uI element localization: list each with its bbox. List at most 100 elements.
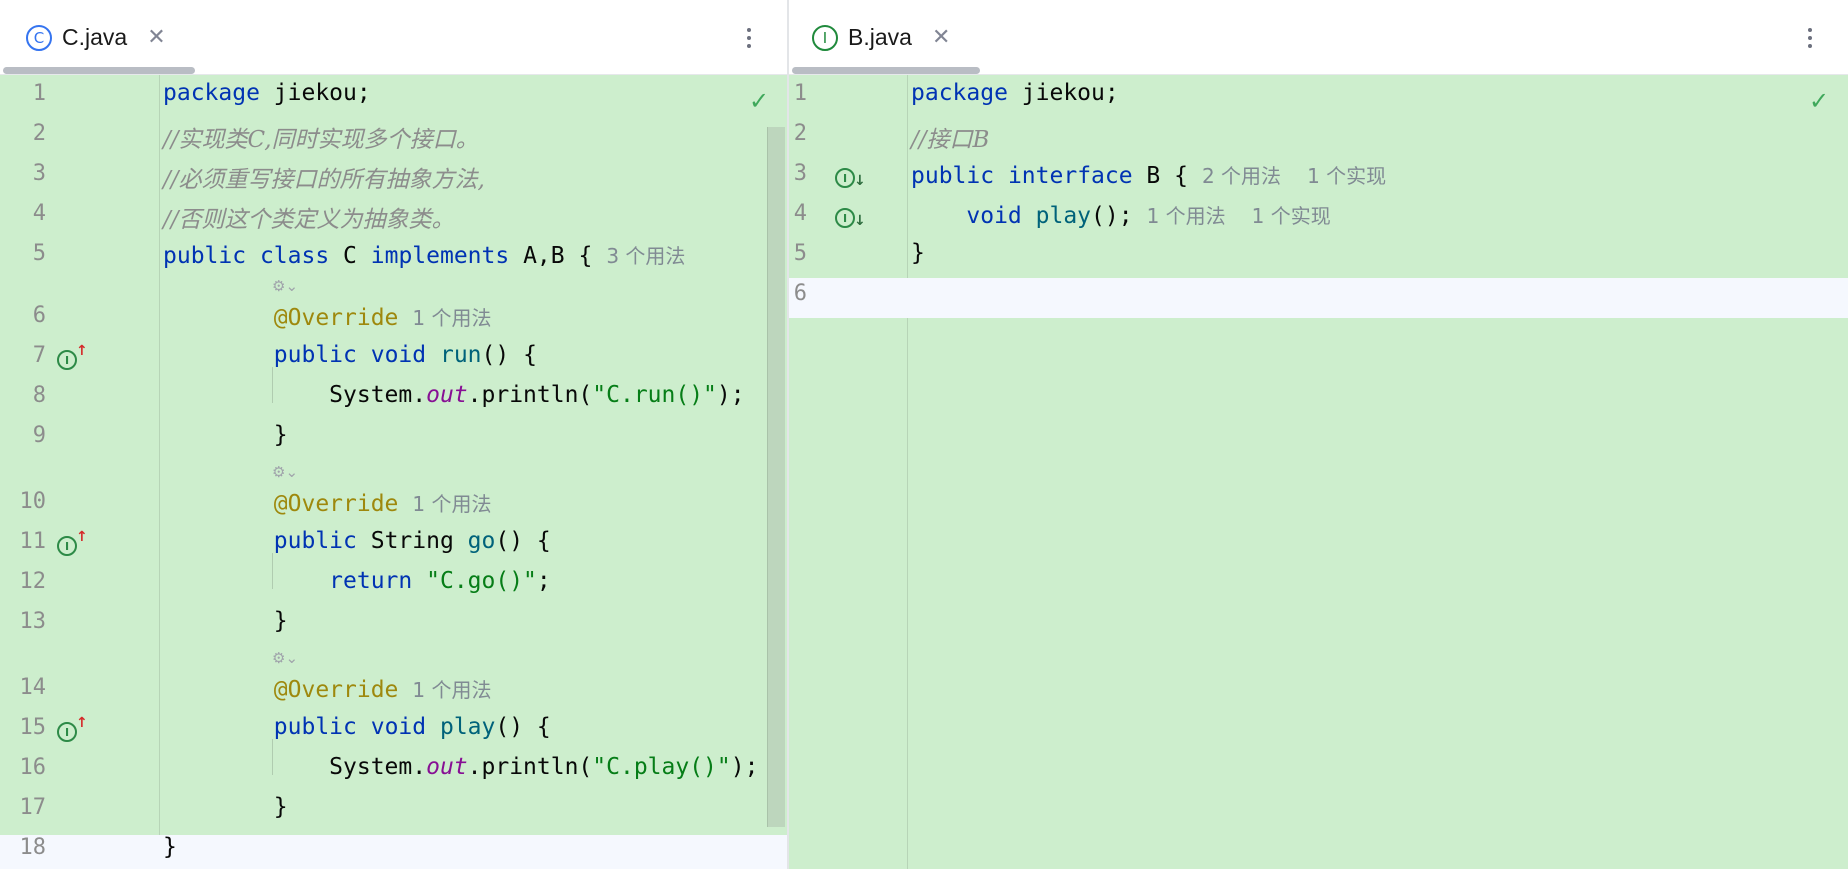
code-token: package bbox=[163, 80, 260, 106]
code-token: .println( bbox=[467, 382, 593, 408]
code-line: //实现类C,同时实现多个接口。 bbox=[163, 120, 479, 154]
code-token: } bbox=[163, 834, 177, 860]
code-line: @Override 1 个用法 bbox=[163, 302, 492, 331]
tab-c-java[interactable]: C C.java ✕ bbox=[26, 0, 166, 75]
code-token: jiekou; bbox=[1007, 80, 1119, 106]
active-tab-indicator bbox=[792, 67, 980, 74]
code-token: public bbox=[273, 342, 357, 368]
code-token: @Override bbox=[273, 491, 399, 517]
code-token: go bbox=[467, 528, 496, 554]
code-token: ); bbox=[716, 382, 745, 408]
code-line: @Override 1 个用法 bbox=[163, 488, 492, 517]
implementations-hint[interactable]: 1 个实现 bbox=[1252, 204, 1331, 228]
usages-hint[interactable]: 2 个用法 bbox=[1202, 164, 1281, 188]
line-number: 11 bbox=[19, 529, 47, 554]
code-token: .println( bbox=[467, 754, 593, 780]
current-line-highlight bbox=[789, 278, 1848, 318]
arrow-up-icon: ↑ bbox=[76, 715, 88, 731]
line-number: 3 bbox=[32, 161, 46, 186]
line-number: 12 bbox=[19, 569, 47, 594]
editor-pane-left: C C.java ✕ 1 package jiekou; 2 //实现类C,同时实现多… bbox=[0, 0, 787, 869]
line-number: 13 bbox=[19, 609, 47, 634]
close-icon[interactable]: ✕ bbox=[932, 25, 950, 50]
usages-hint[interactable]: 1 个用法 bbox=[412, 306, 491, 330]
more-options-icon[interactable] bbox=[1803, 20, 1817, 56]
implements-method-up-icon[interactable]: I ↑ bbox=[57, 529, 88, 559]
implementations-hint[interactable]: 1 个实现 bbox=[1307, 164, 1386, 188]
tab-title: C.java bbox=[62, 24, 128, 50]
tab-bar-left: C C.java ✕ bbox=[0, 0, 787, 75]
code-editor-right[interactable]: 1 package jiekou; 2 //接口B 3 public interface … bbox=[789, 75, 1848, 869]
active-tab-indicator bbox=[3, 67, 195, 74]
code-token: } bbox=[163, 794, 288, 820]
code-token: } bbox=[163, 422, 288, 448]
implements-method-up-icon[interactable]: I ↑ bbox=[57, 343, 88, 373]
implemented-down-icon[interactable]: I ↓ bbox=[835, 205, 866, 231]
code-token: ; bbox=[536, 568, 551, 594]
code-line: } bbox=[911, 240, 925, 266]
usages-hint[interactable]: 1 个用法 bbox=[412, 492, 491, 516]
code-line: public void run() { bbox=[163, 342, 537, 368]
check-icon[interactable]: ✓ bbox=[1809, 87, 1829, 115]
close-icon[interactable]: ✕ bbox=[147, 25, 165, 50]
code-editor-left[interactable]: 1 package jiekou; 2 //实现类C,同时实现多个接口。 3 //必须重写… bbox=[0, 75, 787, 869]
code-line: //接口B bbox=[911, 120, 989, 154]
line-number: 15 bbox=[19, 715, 47, 740]
code-token: implements bbox=[370, 243, 510, 269]
ai-hint-fold-icon[interactable]: ⚙⌄ bbox=[272, 277, 298, 295]
implemented-down-icon[interactable]: I ↓ bbox=[835, 165, 866, 191]
code-token: public bbox=[273, 714, 357, 740]
code-line: public void play() { bbox=[163, 714, 551, 740]
line-number: 2 bbox=[793, 121, 807, 146]
usages-hint[interactable]: 1 个用法 bbox=[412, 678, 491, 702]
usages-hint[interactable]: 1 个用法 bbox=[1147, 204, 1226, 228]
code-line: } bbox=[163, 422, 288, 448]
code-token: System. bbox=[163, 754, 427, 780]
code-token: out bbox=[426, 382, 468, 408]
interface-icon: I bbox=[57, 350, 77, 370]
check-icon[interactable]: ✓ bbox=[749, 87, 769, 115]
scrollbar[interactable] bbox=[767, 127, 785, 827]
code-token: (); bbox=[1091, 203, 1133, 229]
line-number: 5 bbox=[793, 241, 807, 266]
code-line: void play(); 1 个用法 1 个实现 bbox=[911, 200, 1331, 229]
usages-hint[interactable]: 3 个用法 bbox=[606, 244, 685, 268]
ai-hint-fold-icon[interactable]: ⚙⌄ bbox=[272, 463, 298, 481]
code-token: @Override bbox=[273, 677, 399, 703]
arrow-down-icon: ↓ bbox=[854, 173, 866, 189]
code-token: "C.go()" bbox=[426, 568, 537, 594]
interface-icon: I bbox=[57, 722, 77, 742]
code-line: public class C implements A,B {3 个用法 bbox=[163, 240, 685, 269]
code-token: B { bbox=[1132, 163, 1188, 189]
line-number: 8 bbox=[32, 383, 46, 408]
code-token: System. bbox=[163, 382, 427, 408]
ai-hint-fold-icon[interactable]: ⚙⌄ bbox=[272, 649, 298, 667]
line-number: 5 bbox=[32, 241, 46, 266]
code-line: } bbox=[163, 794, 288, 820]
code-token: String bbox=[356, 528, 468, 554]
indent-guide bbox=[272, 553, 273, 589]
line-number: 9 bbox=[32, 423, 46, 448]
implements-method-up-icon[interactable]: I ↑ bbox=[57, 715, 88, 745]
line-number: 3 bbox=[793, 161, 807, 186]
tab-b-java[interactable]: I B.java ✕ bbox=[812, 0, 950, 75]
code-token: out bbox=[426, 754, 468, 780]
code-line: //必须重写接口的所有抽象方法, bbox=[163, 160, 485, 194]
code-token: public bbox=[273, 528, 357, 554]
gutter-divider bbox=[907, 75, 908, 869]
more-options-icon[interactable] bbox=[742, 20, 756, 56]
code-token: "C.run()" bbox=[592, 382, 717, 408]
code-line: System.out.println("C.run()"); bbox=[163, 382, 745, 408]
line-number: 1 bbox=[793, 81, 807, 106]
code-token: return bbox=[329, 568, 413, 594]
line-number: 6 bbox=[793, 281, 807, 306]
code-line: return "C.go()"; bbox=[163, 568, 551, 594]
